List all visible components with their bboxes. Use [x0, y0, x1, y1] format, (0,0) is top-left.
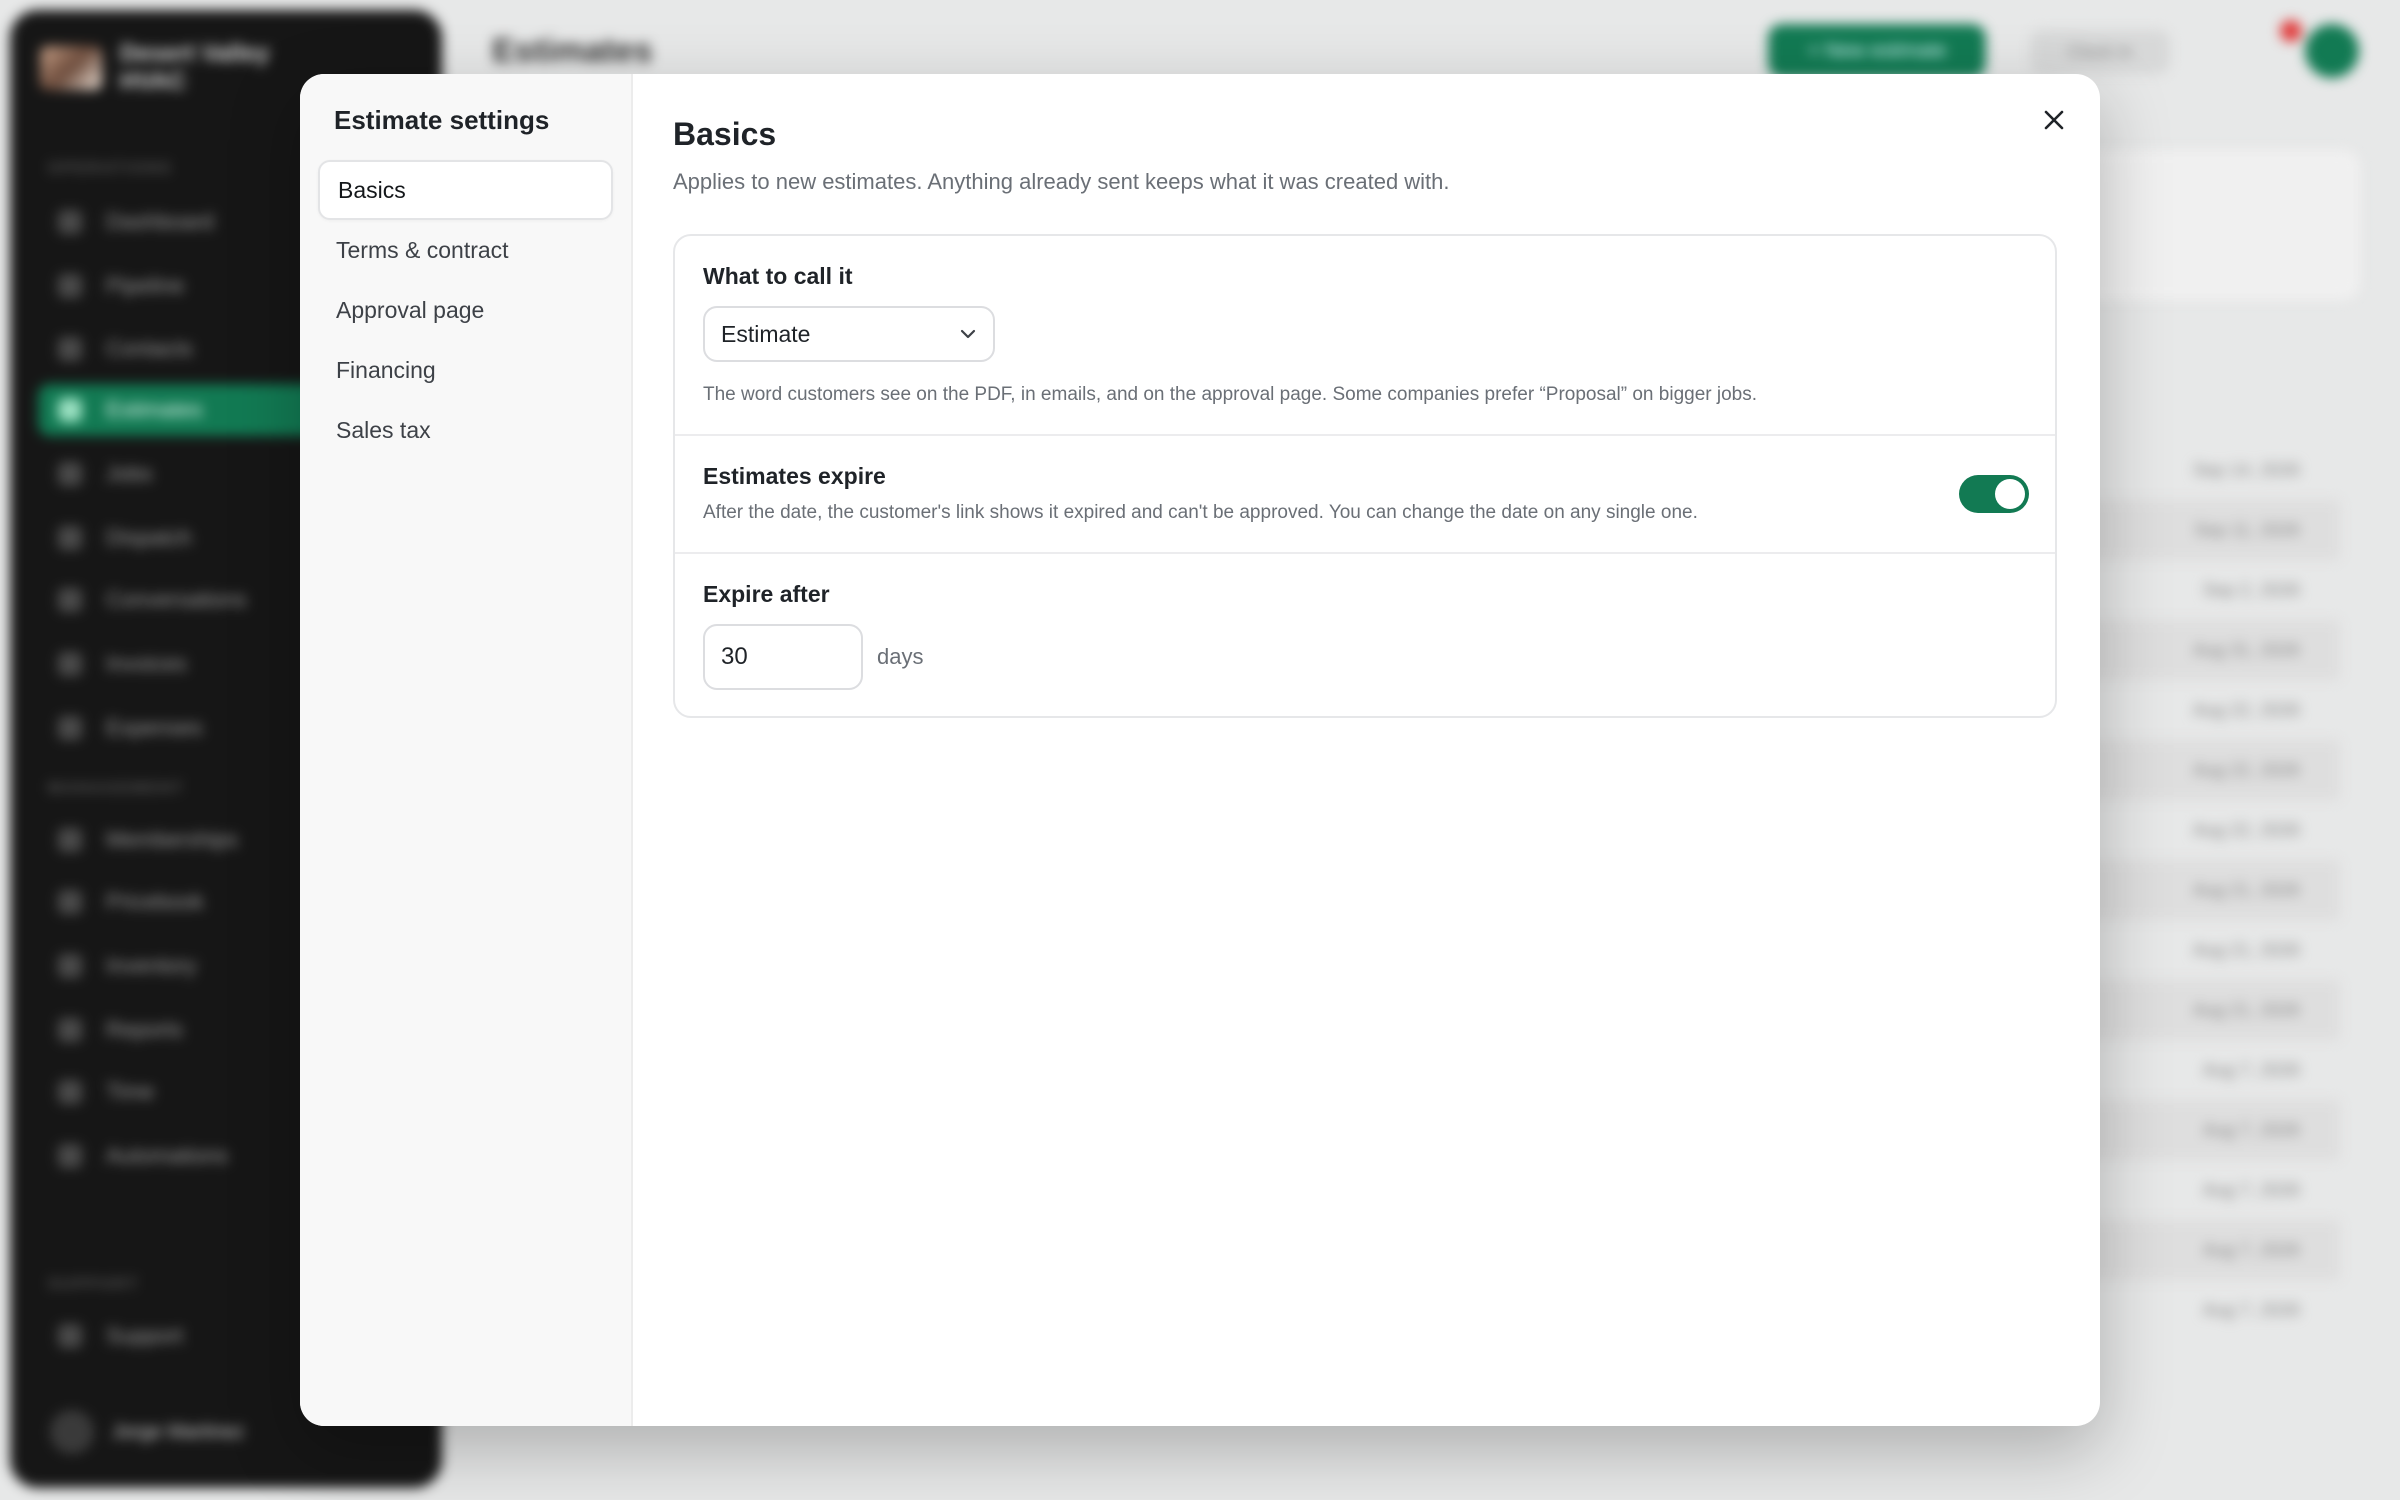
avatar — [50, 1410, 94, 1454]
settings-sidebar: Estimate settings Basics Terms & contrac… — [300, 74, 633, 1426]
expenses-icon — [58, 716, 82, 740]
new-estimate-button: + New estimate — [1768, 24, 1986, 78]
jobs-icon — [58, 462, 82, 486]
inventory-icon — [58, 954, 82, 978]
brand-name: Desert Valley HVAC — [120, 40, 270, 95]
close-button[interactable] — [2032, 98, 2076, 142]
toggle-knob — [1995, 479, 2025, 509]
settings-nav-sales-tax[interactable]: Sales tax — [318, 400, 613, 460]
estimate-settings-modal: Estimate settings Basics Terms & contrac… — [300, 74, 2100, 1426]
estimates-icon — [58, 398, 82, 422]
invoices-icon — [58, 652, 82, 676]
name-setting-label: What to call it — [703, 263, 853, 289]
close-icon — [2044, 110, 2064, 130]
settings-nav-financing[interactable]: Financing — [318, 340, 613, 400]
reports-icon — [58, 1018, 82, 1042]
nav-section-label: SUPPORT — [48, 1276, 140, 1293]
name-setting-help: The word customers see on the PDF, in em… — [703, 384, 1758, 405]
nav-section-label: OPERATIONS — [48, 160, 173, 177]
expire-after-setting: Expire after days — [675, 554, 2055, 716]
time-icon — [58, 1080, 82, 1104]
notification-badge — [2280, 20, 2302, 42]
estimates-expire-toggle[interactable] — [1959, 475, 2029, 513]
basics-settings-card: What to call it Estimate The word custom… — [673, 234, 2057, 718]
settings-nav-terms[interactable]: Terms & contract — [318, 220, 613, 280]
expire-setting-label: Estimates expire — [703, 463, 886, 489]
dashboard-icon — [58, 210, 82, 234]
settings-content: Basics Applies to new estimates. Anythin… — [633, 74, 2100, 1426]
dispatch-icon — [58, 526, 82, 550]
modal-title: Estimate settings — [334, 105, 550, 135]
settings-nav-approval-page[interactable]: Approval page — [318, 280, 613, 340]
select-value: Estimate — [721, 320, 811, 347]
expire-days-unit: days — [877, 644, 924, 669]
pipeline-icon — [58, 274, 82, 298]
section-description: Applies to new estimates. Anything alrea… — [673, 169, 1450, 194]
memberships-icon — [58, 828, 82, 852]
contacts-icon — [58, 337, 82, 361]
chevron-down-icon — [960, 329, 976, 339]
company-logo — [40, 46, 102, 90]
automations-icon — [58, 1144, 82, 1168]
background-brand: Desert Valley HVAC — [40, 40, 290, 96]
user-profile: Jorge Martinez — [50, 1410, 244, 1454]
expire-after-label: Expire after — [703, 581, 830, 607]
name-setting: What to call it Estimate The word custom… — [675, 236, 2055, 436]
settings-nav-basics[interactable]: Basics — [318, 160, 613, 220]
expire-setting: Estimates expire After the date, the cus… — [675, 436, 2055, 554]
support-icon — [58, 1324, 82, 1348]
pricebook-icon — [58, 890, 82, 914]
user-avatar — [2305, 24, 2359, 78]
nav-section-label: MANAGEMENT — [48, 780, 185, 797]
clock-in-button: Clock in — [2030, 30, 2170, 74]
expire-setting-help: After the date, the customer's link show… — [703, 502, 1698, 523]
conversations-icon — [58, 588, 82, 612]
document-name-select[interactable]: Estimate — [703, 306, 995, 362]
expire-days-input[interactable] — [703, 624, 863, 690]
section-heading: Basics — [673, 116, 777, 152]
page-title: Estimates — [492, 32, 653, 70]
